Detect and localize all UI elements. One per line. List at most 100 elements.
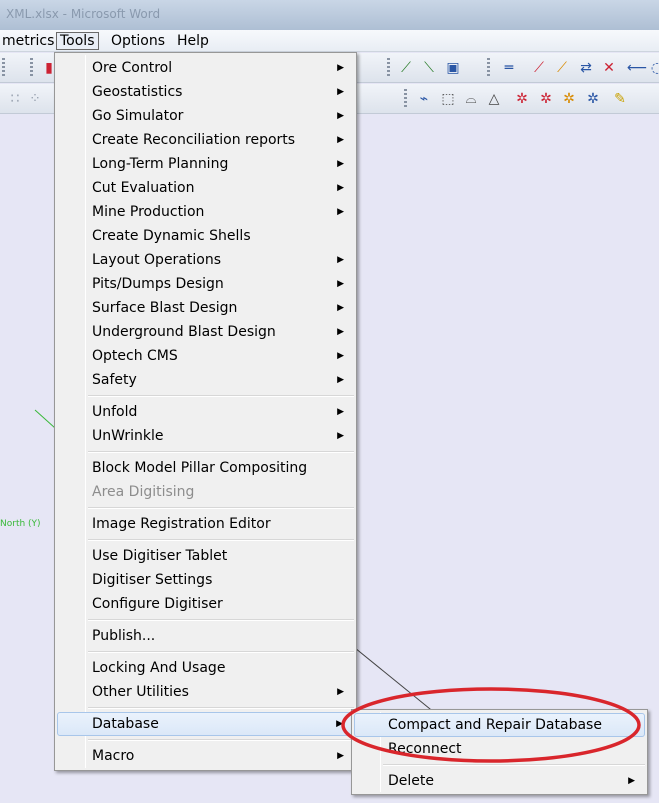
menu-item-configure-digitiser[interactable]: Configure Digitiser bbox=[57, 592, 354, 616]
point-move-icon[interactable]: ✲ bbox=[537, 90, 555, 108]
submenu-arrow-icon: ▶ bbox=[337, 375, 344, 385]
line-edit-icon[interactable]: ⟋ bbox=[553, 59, 571, 77]
menu-options[interactable]: Options bbox=[108, 32, 168, 50]
menu-item-cut-evaluation[interactable]: Cut Evaluation ▶ bbox=[57, 176, 354, 200]
rectangle-select-icon[interactable]: ⬚ bbox=[439, 90, 457, 108]
menu-item-label: Image Registration Editor bbox=[92, 516, 271, 532]
menu-item-label: Area Digitising bbox=[92, 484, 195, 500]
menu-item-label: Create Reconciliation reports bbox=[92, 132, 296, 148]
menu-item-surface-blast-design[interactable]: Surface Blast Design ▶ bbox=[57, 296, 354, 320]
menu-tools[interactable]: Tools bbox=[56, 32, 99, 50]
submenu-arrow-icon: ▶ bbox=[628, 776, 635, 786]
toolbar-grip[interactable] bbox=[30, 58, 33, 78]
toolbar-grip[interactable] bbox=[404, 89, 407, 109]
shape-tool-icon[interactable]: ⌓ bbox=[462, 90, 480, 108]
window-title: XML.xlsx - Microsoft Word bbox=[6, 7, 161, 21]
menu-item-mine-production[interactable]: Mine Production ▶ bbox=[57, 200, 354, 224]
menu-item-label: Surface Blast Design bbox=[92, 300, 238, 316]
menu-item-label: Other Utilities bbox=[92, 684, 189, 700]
menu-item-macro[interactable]: Macro ▶ bbox=[57, 744, 354, 768]
menu-item-long-term-planning[interactable]: Long-Term Planning ▶ bbox=[57, 152, 354, 176]
menu-item-unwrinkle[interactable]: UnWrinkle ▶ bbox=[57, 424, 354, 448]
line-red-icon[interactable]: ⟋ bbox=[530, 59, 548, 77]
menu-help[interactable]: Help bbox=[174, 32, 212, 50]
menu-item-go-simulator[interactable]: Go Simulator ▶ bbox=[57, 104, 354, 128]
submenu-arrow-icon: ▶ bbox=[337, 351, 344, 361]
point-insert-icon[interactable]: ✲ bbox=[560, 90, 578, 108]
menu-item-label: Unfold bbox=[92, 404, 138, 420]
line-swap-icon[interactable]: ⇄ bbox=[577, 59, 595, 77]
menu-item-ore-control[interactable]: Ore Control ▶ bbox=[57, 56, 354, 80]
menu-item-label: UnWrinkle bbox=[92, 428, 164, 444]
toolbar-grip[interactable] bbox=[487, 58, 490, 78]
string-edit-icon[interactable]: ⟍ bbox=[420, 59, 438, 77]
line-blue-icon[interactable]: ═ bbox=[500, 59, 518, 77]
submenu-arrow-icon: ▶ bbox=[337, 207, 344, 217]
menu-item-label: Macro bbox=[92, 748, 135, 764]
menu-item-label: Configure Digitiser bbox=[92, 596, 223, 612]
submenu-arrow-icon: ▶ bbox=[337, 111, 344, 121]
menu-item-locking-and-usage[interactable]: Locking And Usage bbox=[57, 656, 354, 680]
menu-item-label: Mine Production bbox=[92, 204, 205, 220]
menu-item-unfold[interactable]: Unfold ▶ bbox=[57, 400, 354, 424]
menu-item-database[interactable]: Database ▶ bbox=[57, 712, 354, 736]
point-delete-icon[interactable]: ✲ bbox=[584, 90, 602, 108]
north-axis-label: North (Y) bbox=[0, 519, 41, 529]
menu-item-block-model-pillar-compositing[interactable]: Block Model Pillar Compositing bbox=[57, 456, 354, 480]
menu-item-label: Go Simulator bbox=[92, 108, 184, 124]
menu-item-geostatistics[interactable]: Geostatistics ▶ bbox=[57, 80, 354, 104]
menu-separator bbox=[88, 451, 354, 453]
menu-item-underground-blast-design[interactable]: Underground Blast Design ▶ bbox=[57, 320, 354, 344]
snap-points-icon[interactable]: ∷ bbox=[6, 90, 24, 108]
menu-item-label: Create Dynamic Shells bbox=[92, 228, 251, 244]
menu-item-label: Geostatistics bbox=[92, 84, 183, 100]
menu-separator bbox=[88, 539, 354, 541]
submenu-arrow-icon: ▶ bbox=[337, 63, 344, 73]
menu-item-optech-cms[interactable]: Optech CMS ▶ bbox=[57, 344, 354, 368]
menu-item-layout-operations[interactable]: Layout Operations ▶ bbox=[57, 248, 354, 272]
menu-item-safety[interactable]: Safety ▶ bbox=[57, 368, 354, 392]
image-tool-icon[interactable]: ▣ bbox=[444, 59, 462, 77]
submenu-arrow-icon: ▶ bbox=[337, 255, 344, 265]
submenu-arrow-icon: ▶ bbox=[337, 407, 344, 417]
tools-menu: Ore Control ▶ Geostatistics ▶ Go Simulator… bbox=[54, 52, 357, 771]
zoom-icon[interactable]: ◌ bbox=[648, 59, 659, 77]
submenu-arrow-icon: ▶ bbox=[337, 87, 344, 97]
polyline-icon[interactable]: ⌁ bbox=[415, 90, 433, 108]
menu-item-label: Cut Evaluation bbox=[92, 180, 195, 196]
menu-item-label: Ore Control bbox=[92, 60, 173, 76]
line-delete-icon[interactable]: ✕ bbox=[600, 59, 618, 77]
menu-item-delete[interactable]: Delete ▶ bbox=[354, 769, 645, 793]
submenu-arrow-icon: ▶ bbox=[337, 431, 344, 441]
submenu-arrow-icon: ▶ bbox=[337, 135, 344, 145]
menu-item-other-utilities[interactable]: Other Utilities ▶ bbox=[57, 680, 354, 704]
toolbar-grip[interactable] bbox=[2, 58, 5, 78]
submenu-arrow-icon: ▶ bbox=[337, 327, 344, 337]
string-tool-icon[interactable]: ⟋ bbox=[397, 59, 415, 77]
menu-item-digitiser-settings[interactable]: Digitiser Settings bbox=[57, 568, 354, 592]
menu-item-label: Publish... bbox=[92, 628, 156, 644]
menu-item-label: Digitiser Settings bbox=[92, 572, 213, 588]
menu-item-publish[interactable]: Publish... bbox=[57, 624, 354, 648]
menu-separator bbox=[88, 395, 354, 397]
snap-grid-icon[interactable]: ⁘ bbox=[26, 90, 44, 108]
menu-separator bbox=[88, 707, 354, 709]
menu-item-pits-dumps-design[interactable]: Pits/Dumps Design ▶ bbox=[57, 272, 354, 296]
menu-item-image-registration-editor[interactable]: Image Registration Editor bbox=[57, 512, 354, 536]
menu-separator bbox=[88, 507, 354, 509]
triangle-tool-icon[interactable]: △ bbox=[485, 90, 503, 108]
menu-item-label: Block Model Pillar Compositing bbox=[92, 460, 308, 476]
menu-item-create-reconciliation-reports[interactable]: Create Reconciliation reports ▶ bbox=[57, 128, 354, 152]
line-extend-icon[interactable]: ⟵ bbox=[627, 59, 647, 77]
menu-separator bbox=[88, 619, 354, 621]
menu-item-create-dynamic-shells[interactable]: Create Dynamic Shells bbox=[57, 224, 354, 248]
menu-item-label: Long-Term Planning bbox=[92, 156, 229, 172]
menu-item-area-digitising: Area Digitising bbox=[57, 480, 354, 504]
pencil-icon[interactable]: ✎ bbox=[611, 90, 629, 108]
menu-metrics[interactable]: metrics bbox=[0, 32, 57, 50]
menu-item-use-digitiser-tablet[interactable]: Use Digitiser Tablet bbox=[57, 544, 354, 568]
toolbar-grip[interactable] bbox=[387, 58, 390, 78]
submenu-arrow-icon: ▶ bbox=[337, 303, 344, 313]
menu-item-label: Database bbox=[92, 716, 159, 732]
point-edit-icon[interactable]: ✲ bbox=[513, 90, 531, 108]
